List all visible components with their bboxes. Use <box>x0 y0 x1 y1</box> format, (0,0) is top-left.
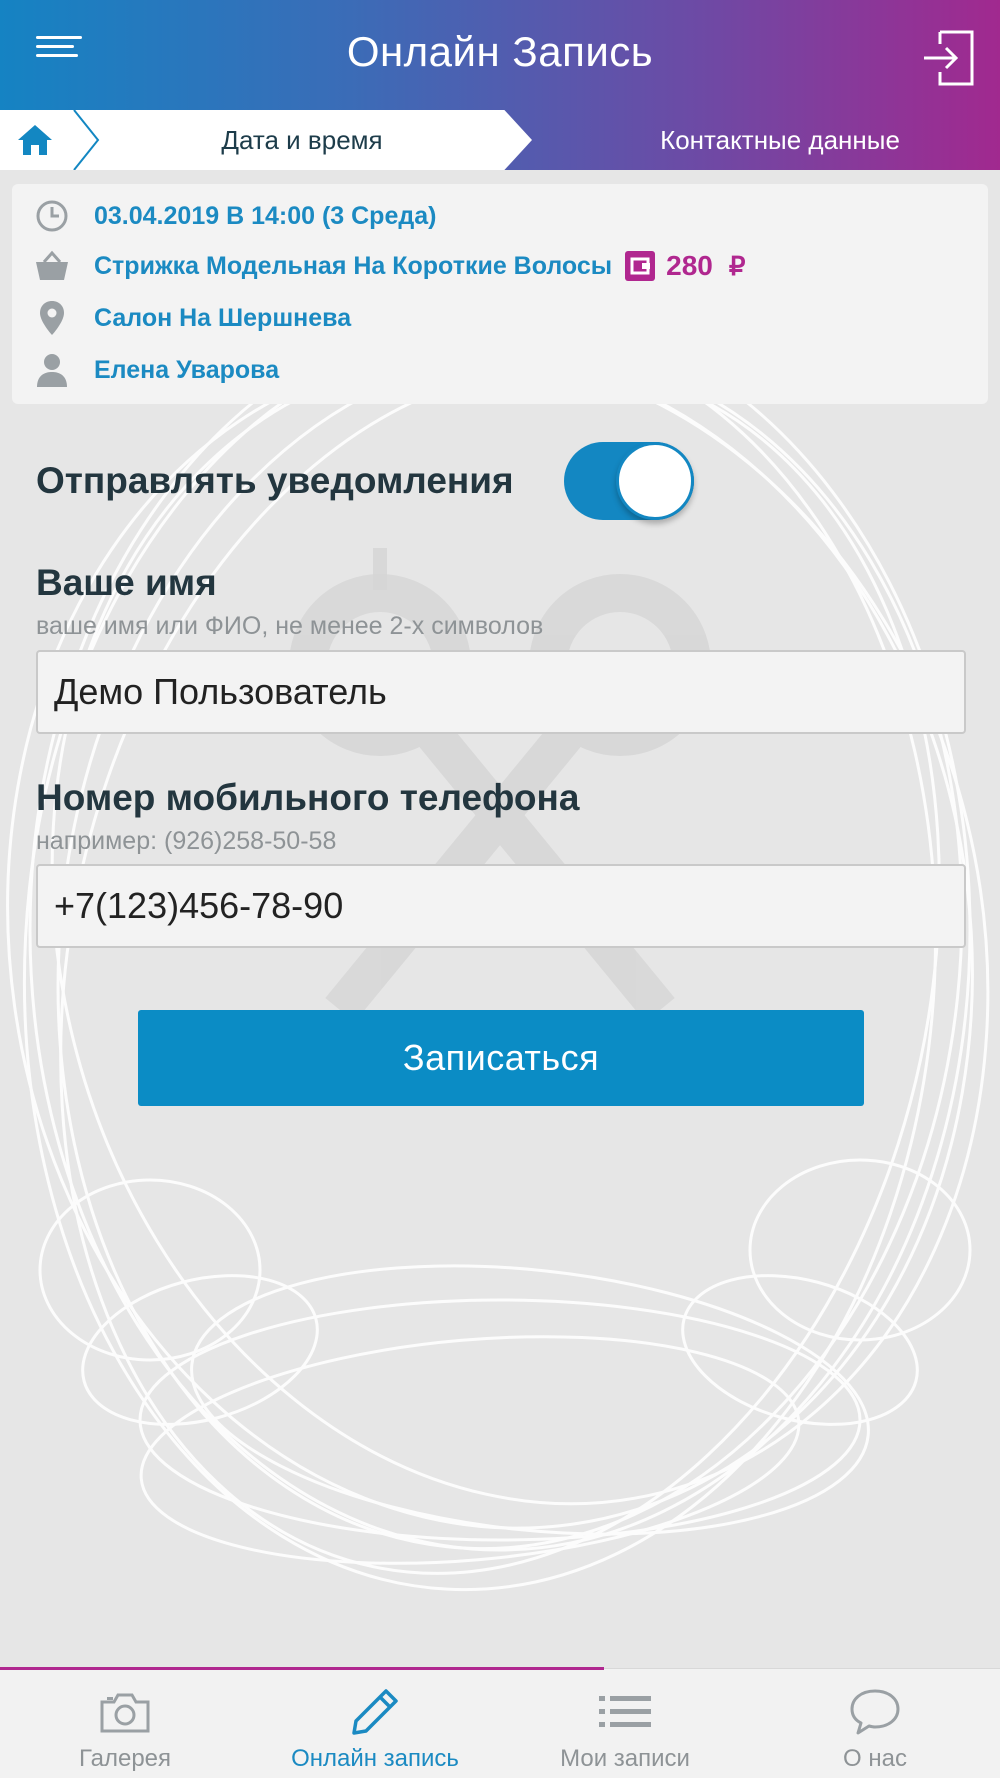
pencil-icon <box>352 1689 398 1735</box>
booking-summary: 03.04.2019 В 14:00 (3 Среда) Стрижка Мод… <box>12 184 988 404</box>
step-contacts[interactable]: Контактные данные <box>560 110 1000 170</box>
bottom-tab-bar: Галерея Онлайн запись Мои записи О нас <box>0 1667 1000 1778</box>
list-icon <box>599 1696 651 1727</box>
step-date-time[interactable]: Дата и время <box>72 110 532 170</box>
summary-master: Елена Уварова <box>94 355 280 384</box>
logout-icon[interactable] <box>920 28 976 88</box>
name-input[interactable] <box>36 650 966 734</box>
tab-gallery[interactable]: Галерея <box>0 1669 250 1778</box>
chat-bubble-icon <box>850 1689 900 1735</box>
summary-price: 280 <box>666 250 713 281</box>
summary-salon: Салон На Шершнева <box>94 303 352 332</box>
page-title: Онлайн Запись <box>346 28 654 75</box>
tab-online-booking[interactable]: Онлайн запись <box>250 1669 500 1778</box>
person-icon <box>37 354 67 387</box>
summary-datetime: 03.04.2019 В 14:00 (3 Среда) <box>94 201 437 230</box>
step-date-time-label: Дата и время <box>221 124 383 155</box>
home-icon <box>18 125 52 155</box>
location-pin-icon <box>40 301 64 335</box>
tab-gallery-label: Галерея <box>78 1745 172 1772</box>
notifications-label: Отправлять уведомления <box>36 460 514 501</box>
app-header: Онлайн Запись <box>0 0 1000 110</box>
step-contacts-label: Контактные данные <box>660 124 900 155</box>
summary-service-row: Стрижка Модельная На Короткие Волосы 280… <box>32 246 745 286</box>
tab-my-bookings[interactable]: Мои записи <box>500 1669 750 1778</box>
breadcrumb: Дата и время Контактные данные <box>0 110 1000 170</box>
camera-icon <box>100 1693 150 1733</box>
wallet-icon <box>625 251 656 281</box>
summary-currency: ₽ <box>728 250 746 281</box>
tab-online-booking-label: Онлайн запись <box>291 1745 459 1772</box>
name-field-hint: ваше имя или ФИО, не менее 2-х символов <box>36 612 544 640</box>
phone-field-hint: например: (926)258-50-58 <box>36 827 337 855</box>
basket-icon <box>36 250 68 280</box>
toggle-knob <box>616 442 694 520</box>
tab-about[interactable]: О нас <box>750 1669 1000 1778</box>
summary-service: Стрижка Модельная На Короткие Волосы <box>94 251 613 280</box>
summary-datetime-row: 03.04.2019 В 14:00 (3 Среда) <box>32 196 436 236</box>
summary-master-row: Елена Уварова <box>32 350 279 390</box>
tab-my-bookings-label: Мои записи <box>560 1745 690 1772</box>
phone-input[interactable] <box>36 864 966 948</box>
summary-salon-row: Салон На Шершнева <box>32 298 351 338</box>
chevron-right-icon <box>73 110 100 170</box>
clock-icon <box>36 200 68 232</box>
tab-about-label: О нас <box>843 1745 907 1772</box>
phone-field-title: Номер мобильного телефона <box>36 777 580 818</box>
submit-button[interactable]: Записаться <box>138 1010 864 1106</box>
name-field-title: Ваше имя <box>36 562 217 603</box>
notifications-toggle[interactable] <box>564 442 694 520</box>
